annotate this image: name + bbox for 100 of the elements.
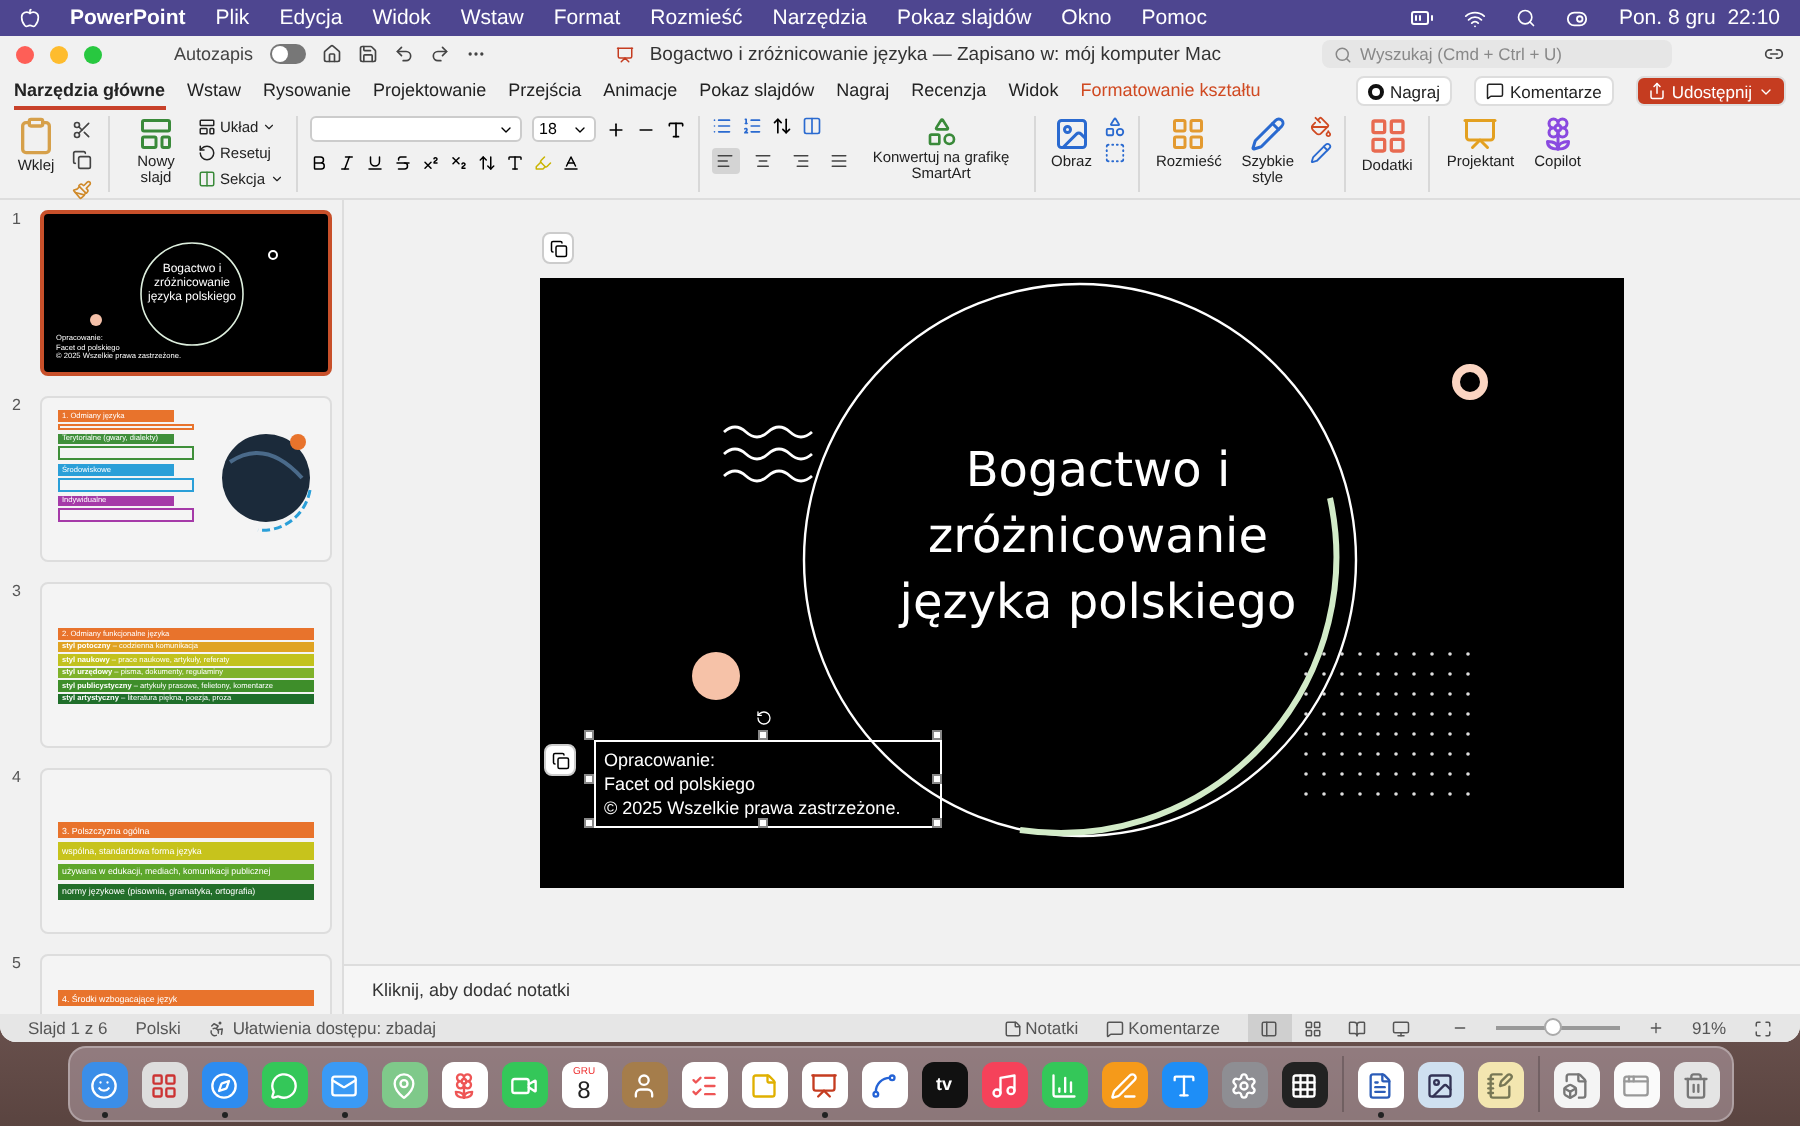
resize-handle[interactable] [932,774,942,784]
menu-item[interactable]: Format [553,6,621,30]
compass-icon[interactable] [201,1062,247,1108]
ribbon-tab[interactable]: Nagraj [836,72,890,110]
smiling-face-icon[interactable] [81,1062,127,1108]
search-icon [1516,8,1537,28]
ribbon-tab[interactable]: Widok [1008,72,1059,110]
font-color-icon [561,154,580,172]
highlighter-icon [533,154,552,172]
notebook-icon[interactable] [1477,1062,1523,1108]
apple-logo-icon [20,8,40,28]
layout-options-button[interactable] [544,744,576,776]
bar-chart-icon[interactable] [1041,1062,1087,1108]
outline-icon [1309,142,1332,164]
ribbon-tab[interactable]: Recenzja [911,72,987,110]
chessboard-icon[interactable] [1281,1062,1327,1108]
gear-icon[interactable] [1221,1062,1267,1108]
slide-number: 2 [12,396,23,418]
ribbon-tab[interactable]: Pokaz slajdów [699,72,815,110]
language-label[interactable]: Polski [135,1018,181,1038]
view-icon [1348,1019,1367,1037]
person-icon[interactable] [621,1062,667,1108]
comment-icon [1485,82,1504,100]
menu-item[interactable]: Pomoc [1141,6,1207,30]
save-icon [357,44,378,64]
menu-item[interactable]: Wstaw [460,6,524,30]
comments-button[interactable]: Komentarze [1473,76,1614,106]
resize-handle[interactable] [932,730,942,740]
resize-handle[interactable] [584,774,594,784]
resize-handle[interactable] [758,730,768,740]
presentation-icon[interactable] [801,1062,847,1108]
layout-options-button[interactable] [542,232,574,264]
search-icon [1334,45,1352,63]
zoom-slider-thumb[interactable] [1543,1018,1562,1036]
view-icon [1260,1019,1279,1037]
window-icon[interactable] [1613,1062,1659,1108]
copy-button[interactable] [68,146,96,172]
ring-icon [1450,362,1490,402]
menu-item[interactable]: Rozmieść [650,6,743,30]
notes-icon [1003,1019,1022,1037]
ribbon-tab[interactable]: Formatowanie kształtu [1080,72,1261,110]
clock: Pon. 8 gru 22:10 [1618,6,1780,30]
font-size-field[interactable]: 18 [531,116,596,142]
slide-number: 5 [12,954,23,976]
video-camera-icon[interactable] [501,1062,547,1108]
share-button[interactable]: Udostępnij [1635,76,1786,106]
speech-bubble-icon[interactable] [261,1062,307,1108]
redo-icon [429,44,450,64]
resize-handle[interactable] [584,730,594,740]
photo-icon[interactable] [1417,1062,1463,1108]
resize-handle[interactable] [584,818,594,828]
notes-button[interactable]: Notatki [1003,1017,1079,1039]
home-icon [321,44,342,64]
slide-thumbnail[interactable] [40,582,332,748]
menu-item[interactable]: Okno [1061,6,1112,30]
app-menu[interactable]: PowerPoint [70,6,186,30]
menu-item[interactable]: Pokaz slajdów [897,6,1032,30]
notes-field[interactable]: Kliknij, aby dodać notatki [344,964,1800,1014]
copy-icon [72,149,92,169]
close-button[interactable] [16,45,34,63]
record-button[interactable]: Nagraj [1355,76,1452,106]
map-icon[interactable] [381,1062,427,1108]
menu-item[interactable]: Widok [372,6,431,30]
font-name-field[interactable] [309,116,522,142]
menu-item[interactable]: Narzędzia [772,6,868,30]
resize-handle[interactable] [758,818,768,828]
picture-icon [1053,116,1090,152]
tv-app-icon[interactable]: tv [921,1062,967,1108]
resize-handle[interactable] [932,818,942,828]
notepad-icon[interactable] [741,1062,787,1108]
spacing-icon [477,154,496,172]
ribbon-tab[interactable]: Projektowanie [373,72,487,110]
music-note-icon[interactable] [981,1062,1027,1108]
align-icon [754,152,773,170]
bold-icon [309,154,328,172]
accessibility-label[interactable]: Ułatwienia dostępu: zbadaj [232,1018,436,1038]
envelope-icon[interactable] [321,1062,367,1108]
align-button[interactable] [711,148,740,174]
comments-button[interactable]: Komentarze [1106,1017,1220,1039]
caret-icon [262,120,277,134]
ribbon-tab[interactable]: Wstaw [187,72,242,110]
scribble-icon[interactable] [861,1062,907,1108]
menu-item[interactable]: Edycja [279,6,343,30]
ribbon-tab[interactable]: Przejścia [508,72,582,110]
caption-text-box[interactable]: Opracowanie: Facet od polskiego © 2025 Wszelkie prawa zastrzeżone. [594,740,942,828]
flower-icon[interactable] [441,1062,487,1108]
autosave-toggle[interactable] [269,44,306,64]
view-button[interactable] [1247,1014,1292,1042]
layout-icon [549,239,567,257]
align-icon [830,152,849,170]
checklist-icon[interactable] [681,1062,727,1108]
bullet-box [58,477,194,492]
pen-icon[interactable] [1101,1062,1147,1108]
ribbon-tab[interactable]: Narzędzia główne [14,72,166,110]
ribbon-tab[interactable]: Animacje [603,72,678,110]
grid-icon[interactable] [141,1062,187,1108]
scissors-icon [72,119,92,139]
trash-icon[interactable] [1673,1062,1719,1108]
menu-item[interactable]: Plik [215,6,250,30]
ribbon-tab[interactable]: Rysowanie [263,72,352,110]
